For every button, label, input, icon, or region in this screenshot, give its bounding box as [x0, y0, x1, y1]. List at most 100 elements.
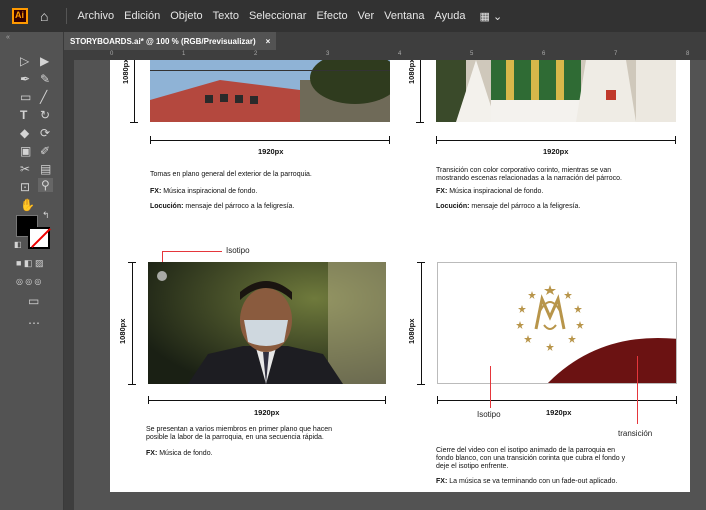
dimension-tick: [128, 262, 136, 263]
rectangle-tool-icon[interactable]: ▭: [20, 90, 31, 104]
tools-panel: « ▷ ▶ ✒ ✎ ▭ ╱ T ↻ ◆ ⟳ ▣ ✐ ✂ ▤ ⊡ ⚲ ✋ ↰ ◧ …: [0, 32, 64, 510]
document-tab[interactable]: STORYBOARDS.ai* @ 100 % (RGB/Previsualiz…: [64, 32, 277, 50]
graph-tool-icon[interactable]: ▤: [40, 162, 51, 176]
masked-man-photo: [148, 262, 386, 384]
menu-archivo[interactable]: Archivo: [77, 10, 114, 22]
corinto-transition-shape: [548, 338, 676, 383]
width-label: 1920px: [543, 147, 569, 156]
dimension-tick: [150, 136, 151, 144]
selection-tool-icon[interactable]: ▷: [20, 54, 29, 68]
menu-edicion[interactable]: Edición: [124, 10, 160, 22]
storyboard-frame-1[interactable]: [150, 60, 390, 122]
type-tool-icon[interactable]: T: [20, 108, 27, 122]
width-dimension-line: [150, 140, 390, 141]
voiceover-note: Locución: mensaje del párroco a la felig…: [150, 203, 295, 210]
height-dimension-line: [134, 60, 135, 122]
menu-seleccionar[interactable]: Seleccionar: [249, 10, 306, 22]
ruler-tick: 6: [542, 51, 546, 57]
dimension-tick: [416, 122, 424, 123]
height-dimension-line: [420, 60, 421, 122]
curvature-tool-icon[interactable]: ✎: [40, 72, 50, 86]
width-label: 1920px: [258, 147, 284, 156]
transition-annotation-label: transición: [618, 429, 653, 438]
scene-description: Tomas en plano general del exterior de l…: [150, 171, 312, 178]
lasso-tool-icon[interactable]: ⟳: [40, 126, 50, 140]
isotipo-mark: [157, 271, 167, 281]
dimension-tick: [385, 396, 386, 404]
paintbrush-tool-icon[interactable]: ╱: [40, 90, 47, 104]
pen-tool-icon[interactable]: ✒: [20, 72, 30, 86]
isotipo-transition-frame: [516, 285, 676, 383]
width-label: 1920px: [254, 408, 280, 417]
rotate-tool-icon[interactable]: ↻: [40, 108, 50, 122]
dimension-tick: [436, 136, 437, 144]
menu-ayuda[interactable]: Ayuda: [435, 10, 466, 22]
menu-efecto[interactable]: Efecto: [316, 10, 347, 22]
dimension-tick: [128, 384, 136, 385]
isotipo-annotation-label: Isotipo: [477, 410, 501, 419]
fx-note: FX: La música se va terminando con un fa…: [436, 478, 618, 485]
dimension-tick: [437, 396, 438, 404]
document-tab-bar: STORYBOARDS.ai* @ 100 % (RGB/Previsualiz…: [64, 32, 706, 50]
color-mode-icon[interactable]: ■ ◧ ▨: [16, 258, 43, 269]
church-exterior-photo: [150, 60, 390, 122]
transition-annotation-line: [637, 356, 638, 424]
zoom-tool-icon[interactable]: ⚲: [38, 178, 53, 192]
height-dimension-line: [132, 262, 133, 384]
height-label: 1080px: [407, 318, 416, 344]
menu-texto[interactable]: Texto: [213, 10, 239, 22]
stroke-color-swatch[interactable]: [28, 227, 50, 249]
scene-description: Se presentan a varios miembros en primer…: [146, 426, 332, 441]
menu-items: Archivo Edición Objeto Texto Seleccionar…: [66, 8, 466, 24]
fx-note: FX: Música inspiracional de fondo.: [436, 188, 544, 195]
home-icon[interactable]: ⌂: [40, 8, 48, 24]
artboard[interactable]: 1080px 1920px Tomas en plano general del…: [110, 60, 690, 492]
scene-description: Cierre del video con el isotipo animado …: [436, 447, 626, 470]
dimension-tick: [148, 396, 149, 404]
dimension-tick: [130, 122, 138, 123]
collapse-panel-icon[interactable]: «: [6, 34, 10, 41]
ruler-tick: 1: [182, 51, 186, 57]
ruler-tick: 7: [614, 51, 618, 57]
close-tab-icon[interactable]: ×: [266, 37, 271, 46]
eyedropper-tool-icon[interactable]: ✐: [40, 144, 50, 158]
drawing-modes-icon[interactable]: ◎ ◎ ◎: [16, 277, 41, 286]
dimension-tick: [389, 136, 390, 144]
direct-selection-tool-icon[interactable]: ▶: [40, 54, 49, 68]
dimension-tick: [417, 384, 425, 385]
ruler-tick: 0: [110, 51, 114, 57]
horizontal-ruler: 0 1 2 3 4 5 6 7 8: [74, 50, 706, 60]
procession-photo: [436, 60, 676, 122]
ruler-tick: 8: [686, 51, 690, 57]
more-tools-icon[interactable]: ⋯: [28, 316, 40, 330]
workspace-switcher-icon[interactable]: ▦ ⌄: [480, 10, 503, 23]
free-transform-tool-icon[interactable]: ▣: [20, 144, 31, 158]
width-dimension-line: [437, 400, 677, 401]
width-dimension-line: [436, 140, 676, 141]
storyboard-frame-4[interactable]: [437, 262, 677, 384]
default-colors-icon[interactable]: ◧: [14, 240, 22, 249]
menu-ver[interactable]: Ver: [358, 10, 375, 22]
menu-bar: Ai ⌂ Archivo Edición Objeto Texto Selecc…: [0, 0, 706, 32]
menu-objeto[interactable]: Objeto: [170, 10, 202, 22]
shaper-tool-icon[interactable]: ◆: [20, 126, 29, 140]
height-label: 1080px: [118, 318, 127, 344]
ruler-tick: 4: [398, 51, 402, 57]
storyboard-frame-2[interactable]: [436, 60, 676, 122]
artboard-tool-icon[interactable]: ⊡: [20, 180, 30, 194]
isotipo-annotation-label: Isotipo: [226, 246, 250, 255]
blend-tool-icon[interactable]: ✂: [20, 162, 30, 176]
storyboard-frame-3[interactable]: [148, 262, 386, 384]
hand-tool-icon[interactable]: ✋: [20, 198, 35, 212]
dimension-tick: [676, 396, 677, 404]
swap-colors-icon[interactable]: ↰: [42, 210, 50, 221]
height-dimension-line: [421, 262, 422, 384]
ruler-tick: 5: [470, 51, 474, 57]
height-label: 1080px: [407, 60, 416, 84]
menu-ventana[interactable]: Ventana: [384, 10, 424, 22]
screen-mode-icon[interactable]: ▭: [28, 294, 39, 308]
ruler-tick: 3: [326, 51, 330, 57]
isotipo-annotation-line: [162, 251, 222, 252]
isotipo-logo: [516, 285, 584, 351]
isotipo-annotation-line: [490, 366, 491, 408]
